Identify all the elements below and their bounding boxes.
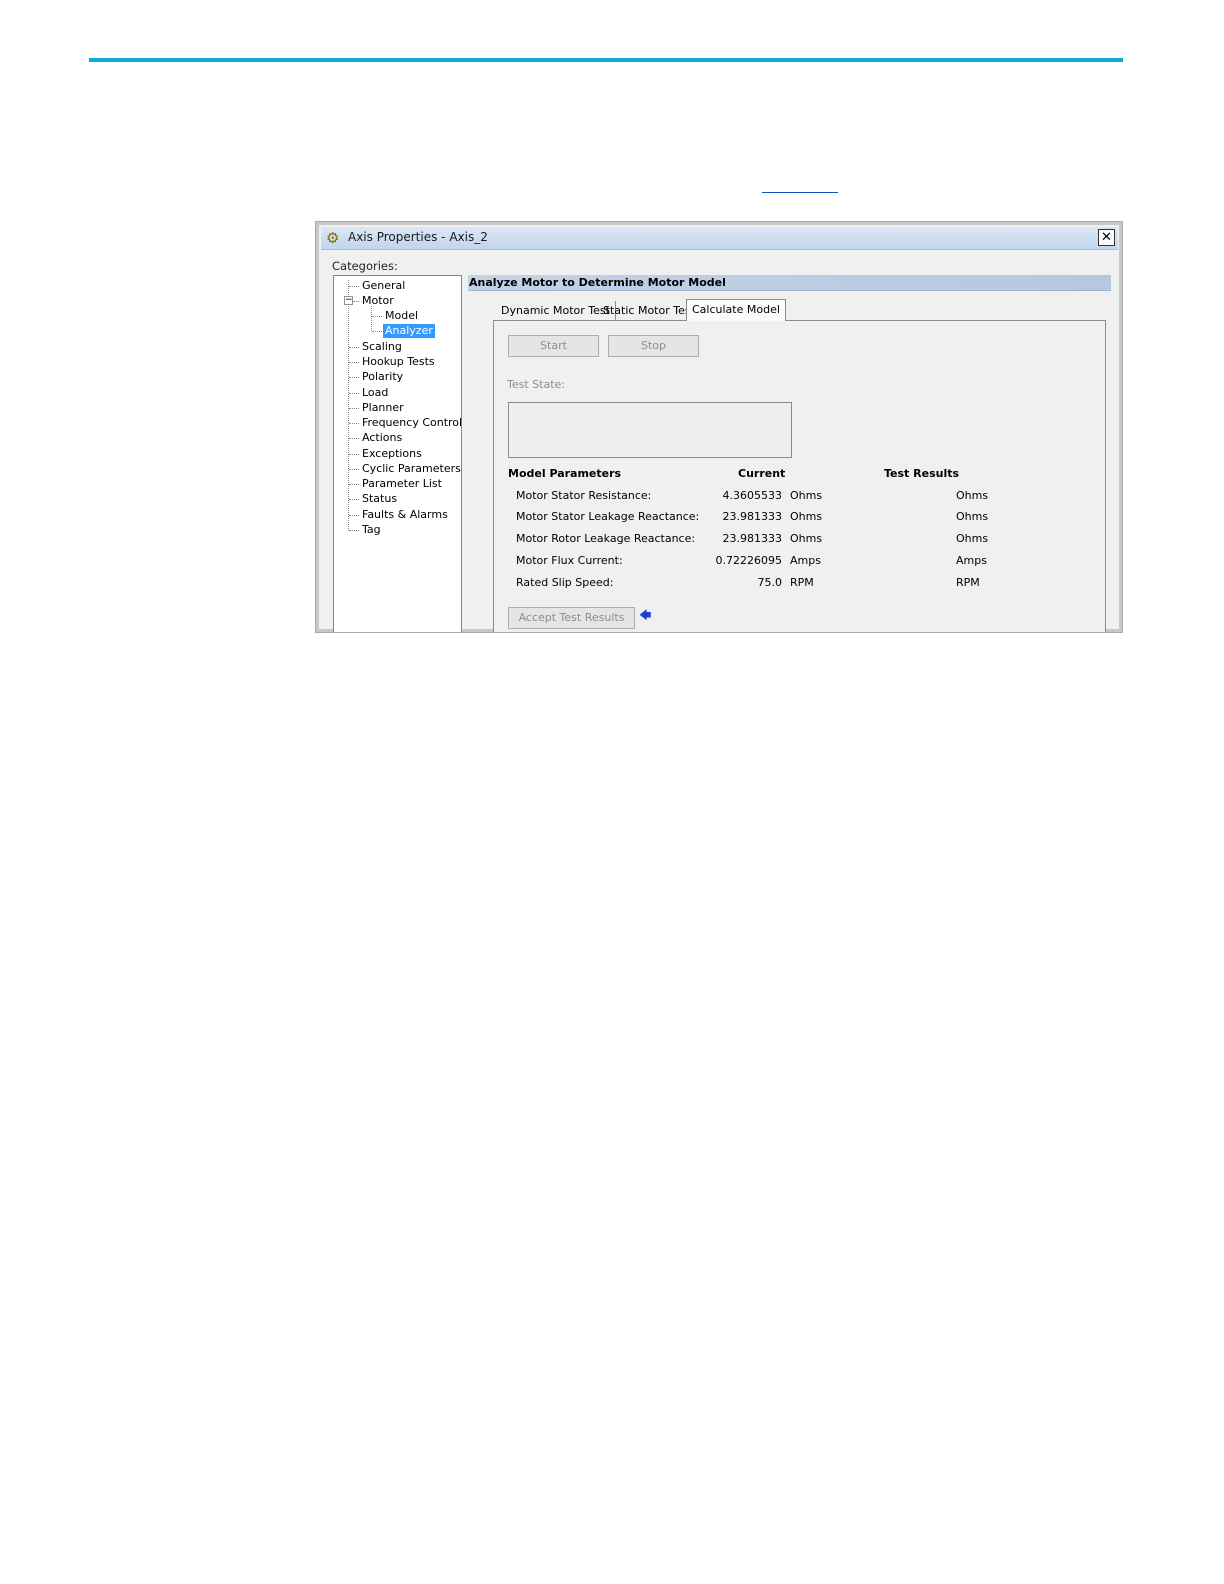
axis-properties-dialog: ⚙ Axis Properties - Axis_2 ✕ Categories:… [315,221,1123,633]
tree-connector [353,301,359,302]
param-result-unit: RPM [956,576,980,589]
page-top-rule [89,58,1123,62]
test-state-display [508,402,792,458]
param-result-unit: Ohms [956,532,989,545]
param-current-unit: Amps [790,554,821,567]
tree-connector [349,377,359,378]
tree-item-faults-alarms[interactable]: Faults & Alarms [360,508,450,522]
tree-item-status[interactable]: Status [360,492,399,506]
param-label: Motor Stator Resistance: [516,489,652,502]
tab-calculate-model[interactable]: Calculate Model [686,299,786,321]
accept-test-results-button[interactable]: Accept Test Results [508,607,635,629]
test-results-heading: Test Results [884,467,960,480]
tree-item-general[interactable]: General [360,279,407,293]
tree-item-frequency-control[interactable]: Frequency Control [360,416,464,430]
param-current-value: 75.0 [757,576,783,589]
test-state-label: Test State: [507,378,565,391]
tree-connector [372,331,382,332]
param-current-unit: Ohms [790,510,823,523]
tree-connector [349,393,359,394]
param-result-unit: Ohms [956,489,989,502]
tree-connector [349,438,359,439]
tree-connector [349,530,359,531]
tree-item-tag[interactable]: Tag [360,523,383,537]
tree-item-polarity[interactable]: Polarity [360,370,405,384]
tree-item-planner[interactable]: Planner [360,401,406,415]
arrow-left-icon: 🡄 [639,608,652,622]
param-label: Rated Slip Speed: [516,576,614,589]
param-current-value: 4.3605533 [722,489,783,502]
tree-connector [349,484,359,485]
param-current-value: 23.981333 [722,532,783,545]
param-current-value: 0.72226095 [715,554,782,567]
model-parameters-heading: Model Parameters [508,467,622,480]
tree-connector [349,347,359,348]
tree-item-cyclic-parameters[interactable]: Cyclic Parameters [360,462,463,476]
param-current-unit: Ohms [790,532,823,545]
tree-item-scaling[interactable]: Scaling [360,340,404,354]
axis-gear-icon: ⚙ [326,229,340,247]
tree-connector [349,286,359,287]
categories-tree[interactable]: − General Motor Model Analyzer Scaling H… [333,275,464,632]
param-current-unit: Ohms [790,489,823,502]
close-button[interactable]: ✕ [1098,229,1115,246]
tree-connector [372,316,382,317]
tree-connector [349,469,359,470]
tree-item-actions[interactable]: Actions [360,431,404,445]
dialog-title: Axis Properties - Axis_2 [348,230,488,244]
param-label: Motor Rotor Leakage Reactance: [516,532,696,545]
dialog-titlebar[interactable]: ⚙ Axis Properties - Axis_2 ✕ [321,227,1118,250]
tree-connector [349,362,359,363]
tree-item-parameter-list[interactable]: Parameter List [360,477,444,491]
tree-item-motor[interactable]: Motor [360,294,396,308]
tree-guide-line [371,306,372,331]
tree-item-analyzer[interactable]: Analyzer [383,324,435,338]
tree-item-load[interactable]: Load [360,386,390,400]
tree-connector [349,499,359,500]
tree-item-exceptions[interactable]: Exceptions [360,447,424,461]
categories-label: Categories: [332,259,398,273]
param-label: Motor Flux Current: [516,554,623,567]
param-result-unit: Ohms [956,510,989,523]
tree-connector [349,515,359,516]
cross-reference-link-underline[interactable] [762,192,838,193]
tree-collapse-icon[interactable]: − [344,296,353,305]
param-label: Motor Stator Leakage Reactance: [516,510,700,523]
param-current-value: 23.981333 [722,510,783,523]
tree-connector [349,423,359,424]
stop-button[interactable]: Stop [608,335,699,357]
tree-connector [349,454,359,455]
section-header: Analyze Motor to Determine Motor Model [468,275,1111,291]
tree-connector [349,408,359,409]
param-result-unit: Amps [956,554,987,567]
param-current-unit: RPM [790,576,814,589]
tree-item-model[interactable]: Model [383,309,420,323]
tree-guide-line [348,280,349,531]
current-heading: Current [738,467,786,480]
start-button[interactable]: Start [508,335,599,357]
tree-item-hookup-tests[interactable]: Hookup Tests [360,355,437,369]
